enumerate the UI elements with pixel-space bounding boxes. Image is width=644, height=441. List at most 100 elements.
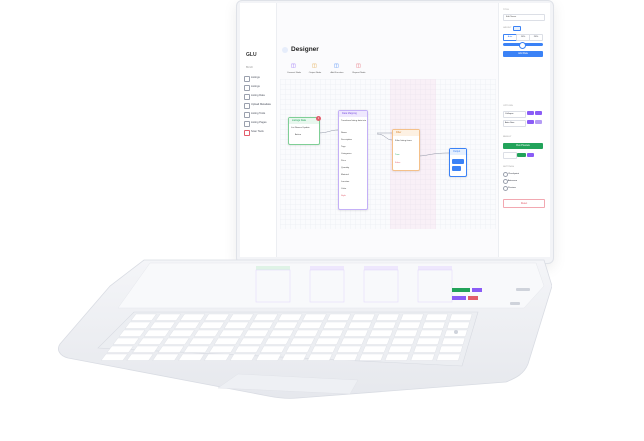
run-preview-label: Run Preview [516, 144, 530, 147]
keyboard-key [277, 313, 303, 321]
keyboard-key [416, 337, 441, 345]
mapping-row-6[interactable]: Quantity [341, 166, 349, 171]
keyboard-key [307, 353, 333, 361]
keyboard-key [213, 337, 240, 345]
keyboard-key [293, 329, 319, 337]
output-preview-bar [452, 159, 464, 164]
keyboard-key [168, 329, 195, 337]
autosize-toggle[interactable] [527, 120, 534, 124]
reset-button-label: Reset [520, 202, 528, 205]
source-node-subtitle: List Names Update [291, 127, 310, 129]
keyboard-key [343, 329, 369, 337]
keyboard-key [234, 345, 261, 353]
keyboard-key [268, 329, 295, 337]
result-select[interactable] [503, 152, 517, 159]
run-preview-button[interactable]: Run Preview [503, 143, 543, 149]
reset-button[interactable]: Reset [503, 199, 545, 208]
keyboard-key [260, 345, 286, 353]
keyboard-key [446, 321, 471, 329]
keyboard-key [397, 321, 421, 329]
keyboard-key [449, 313, 473, 321]
slider-handle[interactable] [519, 42, 526, 49]
keyboard-key [132, 345, 159, 353]
keyboard-key [302, 313, 327, 321]
filter-node[interactable]: Filter Filter listing items True False [392, 129, 420, 171]
keyboard-key [384, 353, 410, 361]
keyboard-key [362, 345, 387, 353]
keyboard-key [248, 321, 274, 329]
keyboard-key [203, 353, 231, 361]
keyboard-key [424, 313, 449, 321]
keyboard-key [255, 353, 282, 361]
mapping-node-subtitle: Transform listing data into a new [341, 120, 367, 122]
layout-option-3[interactable]: 20% [529, 34, 543, 41]
keyboard-key [243, 329, 270, 337]
filter-true-output[interactable]: True [395, 153, 399, 158]
keyboard-key [340, 337, 366, 345]
layout-option-2[interactable]: 10% [516, 34, 530, 41]
keyboard-key [198, 321, 225, 329]
keyboard-key [365, 337, 391, 345]
filter-node-title: Filter [393, 130, 419, 136]
layout-option-1[interactable]: Auto [503, 34, 517, 41]
keyboard-key [369, 329, 394, 337]
keyboard-key [375, 313, 400, 321]
autosize-option-label: Auto Size [505, 122, 515, 124]
mapping-row-9[interactable]: Color [341, 187, 346, 192]
autosize-toggle-2[interactable] [535, 120, 542, 124]
keyboard-key [438, 345, 463, 353]
output-preview-bar [452, 166, 461, 171]
collapse-toggle-2[interactable] [535, 111, 542, 115]
keyboard-key [336, 345, 362, 353]
result-label: RESULT [503, 136, 512, 138]
add-rule-button[interactable]: Add Rule [503, 51, 543, 57]
checkpoint-label: Checkpoint [508, 172, 519, 175]
filter-false-output[interactable]: False [395, 161, 400, 166]
keyboard-key [298, 321, 323, 329]
result-chip-1[interactable] [517, 152, 526, 157]
keyboard-key [183, 345, 210, 353]
keyboard-key [419, 329, 443, 337]
keyboard-key [264, 337, 290, 345]
result-chip-2[interactable] [527, 152, 534, 157]
collapse-toggle[interactable] [527, 111, 534, 115]
mapping-row-5[interactable]: Price [341, 159, 346, 164]
output-node[interactable]: Output [449, 148, 467, 177]
source-node[interactable]: Listings Data List Names Update Action 1 [288, 116, 321, 145]
add-rule-label: Add Rule [518, 52, 528, 55]
keyboard-key [358, 353, 384, 361]
keyboard-key [285, 345, 311, 353]
autosave-label: Autosave [508, 179, 518, 182]
keyboard-key [204, 313, 230, 321]
keyboard-key [193, 329, 220, 337]
source-node-row: Action [295, 134, 302, 136]
keyboard-key [152, 353, 180, 361]
mapping-row-7[interactable]: Material [341, 173, 349, 178]
layout-toggle[interactable] [513, 26, 521, 31]
keyboard-key [155, 313, 182, 321]
properties-panel: TITLE Edit Name LAYOUT Auto 10% 20% Add … [498, 3, 550, 257]
mapping-row-4[interactable]: Categories [341, 152, 352, 157]
keyboard-key [315, 337, 340, 345]
mapping-row-8[interactable]: Location [341, 180, 349, 185]
error-badge: 1 [316, 116, 321, 121]
mapping-row-10[interactable]: Style [341, 194, 346, 199]
title-field[interactable]: Edit Name [503, 14, 545, 21]
collapse-option[interactable]: Collapse [503, 111, 526, 118]
keyboard-key [351, 313, 376, 321]
keyboard-key [100, 353, 128, 361]
source-node-title: Listings Data [289, 118, 319, 124]
keyboard-key [390, 337, 416, 345]
keyboard-key [137, 337, 165, 345]
mapping-row-2[interactable]: Description [341, 138, 352, 143]
autosize-option[interactable]: Auto Size [503, 120, 526, 127]
keyboard-key [179, 313, 206, 321]
mapping-row-1[interactable]: Name [341, 131, 347, 136]
keyboard-key [218, 329, 245, 337]
keyboard-key [273, 321, 299, 329]
keyboard-key [149, 321, 176, 329]
mapping-node[interactable]: Data Mapping Transform listing data into… [338, 110, 368, 210]
mapping-row-3[interactable]: Tags [341, 145, 346, 150]
keyboard-key [253, 313, 279, 321]
options-label: OPTIONS [503, 105, 513, 107]
